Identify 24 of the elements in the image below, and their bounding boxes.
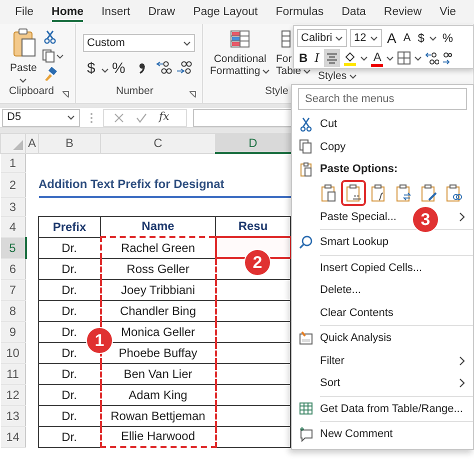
table-cell: Ross Geller: [100, 258, 216, 279]
table-cell: Chandler Bing: [100, 300, 216, 321]
group-label: Clipboard: [9, 84, 54, 100]
table-cell: Dr.: [38, 405, 100, 426]
table-cell: Ben Van Lier: [100, 363, 216, 384]
table-cell: Dr.: [38, 363, 100, 384]
table-cell: Adam King: [100, 384, 216, 405]
step-marker: 2: [244, 249, 271, 276]
table-cell: Dr.: [38, 237, 100, 258]
table-cell: Dr.: [38, 258, 100, 279]
table-cell: Dr.: [38, 384, 100, 405]
table-cell: Dr.: [38, 279, 100, 300]
table-cell: Dr.: [38, 426, 100, 447]
table-cell: Rowan Bettjeman: [100, 405, 216, 426]
step-marker: 1: [86, 327, 113, 354]
column-heading: Prefix: [38, 216, 100, 237]
group-label: Style: [265, 84, 288, 100]
table-cell: Joey Tribbiani: [100, 279, 216, 300]
sheet-title: Addition Text Prefix for Designat: [38, 177, 224, 191]
group-label: Number: [116, 84, 154, 100]
column-heading: Name: [100, 216, 216, 237]
table-cell: Dr.: [38, 300, 100, 321]
section-heading: Paste Options:: [320, 162, 399, 177]
table-cell: Ellie Harwood: [100, 426, 216, 447]
